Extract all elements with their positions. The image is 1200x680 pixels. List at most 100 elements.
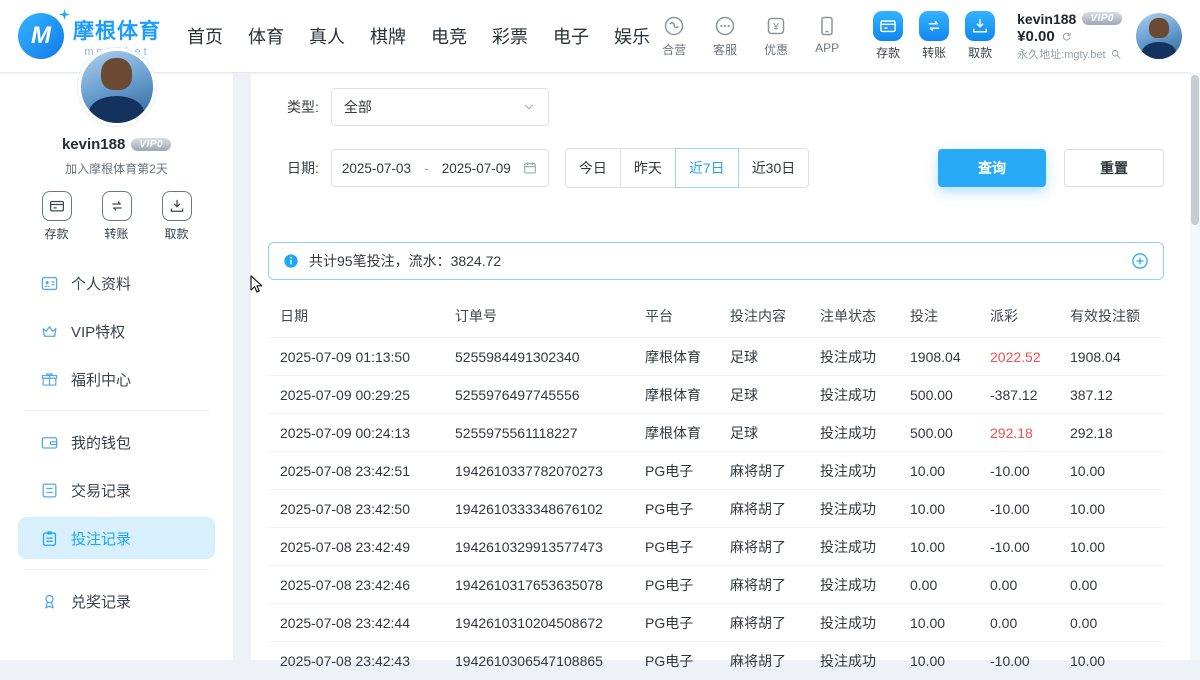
nav-item-lottery[interactable]: 彩票 [492, 23, 528, 49]
user-avatar[interactable] [1136, 13, 1182, 59]
user-summary: kevin188 VIP0 ¥0.00 永久地址:mgty.bet [1017, 11, 1122, 62]
withdraw-label: 取款 [164, 225, 188, 242]
search-icon[interactable] [1110, 48, 1122, 60]
sidebar-action-withdraw[interactable]: 取款 [162, 191, 192, 242]
logo-icon: M [18, 13, 64, 59]
transfer-tile [102, 191, 132, 221]
cell-payout: -10.00 [990, 653, 1070, 669]
sidebar-item-prize-records[interactable]: 兑奖记录 [18, 580, 215, 622]
cell-platform: 摩根体育 [645, 385, 730, 405]
summary-bar: 共计95笔投注，流水：3824.72 [268, 242, 1164, 280]
scrollbar-thumb[interactable] [1191, 75, 1199, 225]
nav-item-card-games[interactable]: 棋牌 [370, 23, 406, 49]
cell-date: 2025-07-08 23:42:43 [280, 653, 455, 669]
table-body: 2025-07-09 01:13:505255984491302340摩根体育足… [268, 338, 1164, 680]
main-nav: 首页体育真人棋牌电竞彩票电子娱乐 [187, 23, 650, 49]
sidebar-action-deposit[interactable]: 存款 [42, 191, 72, 242]
app-icon [815, 14, 839, 38]
cell-order-no: 1942610306547108865 [455, 653, 645, 669]
partnership-label: 合营 [662, 41, 686, 58]
sidebar-item-label: 个人资料 [71, 273, 131, 294]
cell-order-no: 1942610333348676102 [455, 501, 645, 517]
header-action-deposit[interactable]: 存款 [873, 11, 903, 61]
header-action-withdraw[interactable]: 取款 [965, 11, 995, 61]
filters: 类型: 全部 日期: 2025-07-03 - 2025-07-09 今日昨天近… [251, 74, 1190, 188]
column-header: 派彩 [990, 306, 1070, 326]
sidebar-item-vip[interactable]: VIP特权 [18, 310, 215, 352]
star-icon [58, 8, 71, 21]
support-label: 客服 [713, 41, 737, 58]
sidebar-item-label: 我的钱包 [71, 432, 131, 453]
reset-button[interactable]: 重置 [1064, 149, 1164, 187]
cell-platform: PG电子 [645, 537, 730, 557]
deposit-label: 存款 [876, 44, 900, 61]
table-row: 2025-07-08 23:42:441942610310204508672PG… [268, 604, 1164, 642]
range-button-today[interactable]: 今日 [565, 148, 621, 188]
cell-platform: PG电子 [645, 575, 730, 595]
table-row: 2025-07-09 00:24:135255975561118227摩根体育足… [268, 414, 1164, 452]
column-header: 日期 [280, 306, 455, 326]
cell-bet: 10.00 [910, 539, 990, 555]
range-button-last-30-days[interactable]: 近30日 [738, 148, 810, 188]
nav-item-slots[interactable]: 电子 [553, 23, 589, 49]
sidebar-item-transactions[interactable]: 交易记录 [18, 469, 215, 511]
sidebar-item-wallet[interactable]: 我的钱包 [18, 421, 215, 463]
query-button[interactable]: 查询 [938, 149, 1046, 187]
table-row: 2025-07-08 23:42:511942610337782070273PG… [268, 452, 1164, 490]
cell-platform: PG电子 [645, 461, 730, 481]
nav-item-sports[interactable]: 体育 [248, 23, 284, 49]
cell-date: 2025-07-08 23:42:44 [280, 615, 455, 631]
table-row: 2025-07-08 23:42:501942610333348676102PG… [268, 490, 1164, 528]
expand-icon[interactable] [1131, 252, 1149, 270]
table-row: 2025-07-08 23:42:461942610317653635078PG… [268, 566, 1164, 604]
calendar-icon [522, 160, 538, 176]
date-range-input[interactable]: 2025-07-03 - 2025-07-09 [331, 149, 549, 187]
username: kevin188 [1017, 11, 1076, 27]
header-action-partnership[interactable]: 合营 [654, 14, 694, 58]
nav-item-home[interactable]: 首页 [187, 23, 223, 49]
logo[interactable]: M 摩根体育 mgty.bet [18, 13, 161, 59]
header-action-support[interactable]: 客服 [705, 14, 745, 58]
cell-date: 2025-07-08 23:42:49 [280, 539, 455, 555]
cell-bet: 1908.04 [910, 349, 990, 365]
cell-date: 2025-07-09 00:29:25 [280, 387, 455, 403]
header-action-transfer[interactable]: 转账 [919, 11, 949, 61]
sidebar-menu: 个人资料 VIP特权福利中心我的钱包交易记录投注记录兑奖记录 [0, 262, 233, 622]
header-action-promotions[interactable]: ¥优惠 [756, 14, 796, 58]
cell-valid-bet: 0.00 [1070, 615, 1152, 631]
sidebar-item-label: 交易记录 [71, 480, 131, 501]
sidebar-item-profile[interactable]: 个人资料 [18, 262, 215, 304]
vip-icon [40, 322, 59, 341]
range-button-yesterday[interactable]: 昨天 [620, 148, 676, 188]
sidebar-action-transfer[interactable]: 转账 [102, 191, 132, 242]
cell-payout: -387.12 [990, 387, 1070, 403]
sidebar-item-bet-records[interactable]: 投注记录 [18, 517, 215, 559]
scrollbar [1190, 72, 1200, 660]
cell-payout: 292.18 [990, 425, 1070, 441]
type-select[interactable]: 全部 [331, 88, 549, 126]
nav-item-esports[interactable]: 电竞 [431, 23, 467, 49]
cell-order-no: 1942610310204508672 [455, 615, 645, 631]
sidebar-vip-badge: VIP0 [131, 138, 171, 151]
info-icon [283, 253, 299, 269]
partner-icon [662, 14, 686, 38]
cell-platform: PG电子 [645, 651, 730, 671]
cell-valid-bet: 10.00 [1070, 501, 1152, 517]
refresh-balance-icon[interactable] [1060, 30, 1073, 43]
column-header: 有效投注额 [1070, 306, 1152, 326]
sidebar-item-label: 福利中心 [71, 369, 131, 390]
nav-item-live-casino[interactable]: 真人 [309, 23, 345, 49]
transfer-label: 转账 [922, 44, 946, 61]
header-action-app[interactable]: APP [807, 14, 847, 58]
cell-valid-bet: 292.18 [1070, 425, 1152, 441]
cell-bet: 10.00 [910, 615, 990, 631]
cell-order-no: 5255975561118227 [455, 425, 645, 441]
sidebar-item-welfare[interactable]: 福利中心 [18, 358, 215, 400]
cell-valid-bet: 0.00 [1070, 577, 1152, 593]
profile-avatar[interactable] [78, 48, 156, 126]
cell-payout: -10.00 [990, 539, 1070, 555]
cell-status: 投注成功 [820, 385, 910, 405]
range-button-last-7-days[interactable]: 近7日 [675, 148, 739, 188]
cell-platform: PG电子 [645, 499, 730, 519]
nav-item-entertainment[interactable]: 娱乐 [614, 23, 650, 49]
